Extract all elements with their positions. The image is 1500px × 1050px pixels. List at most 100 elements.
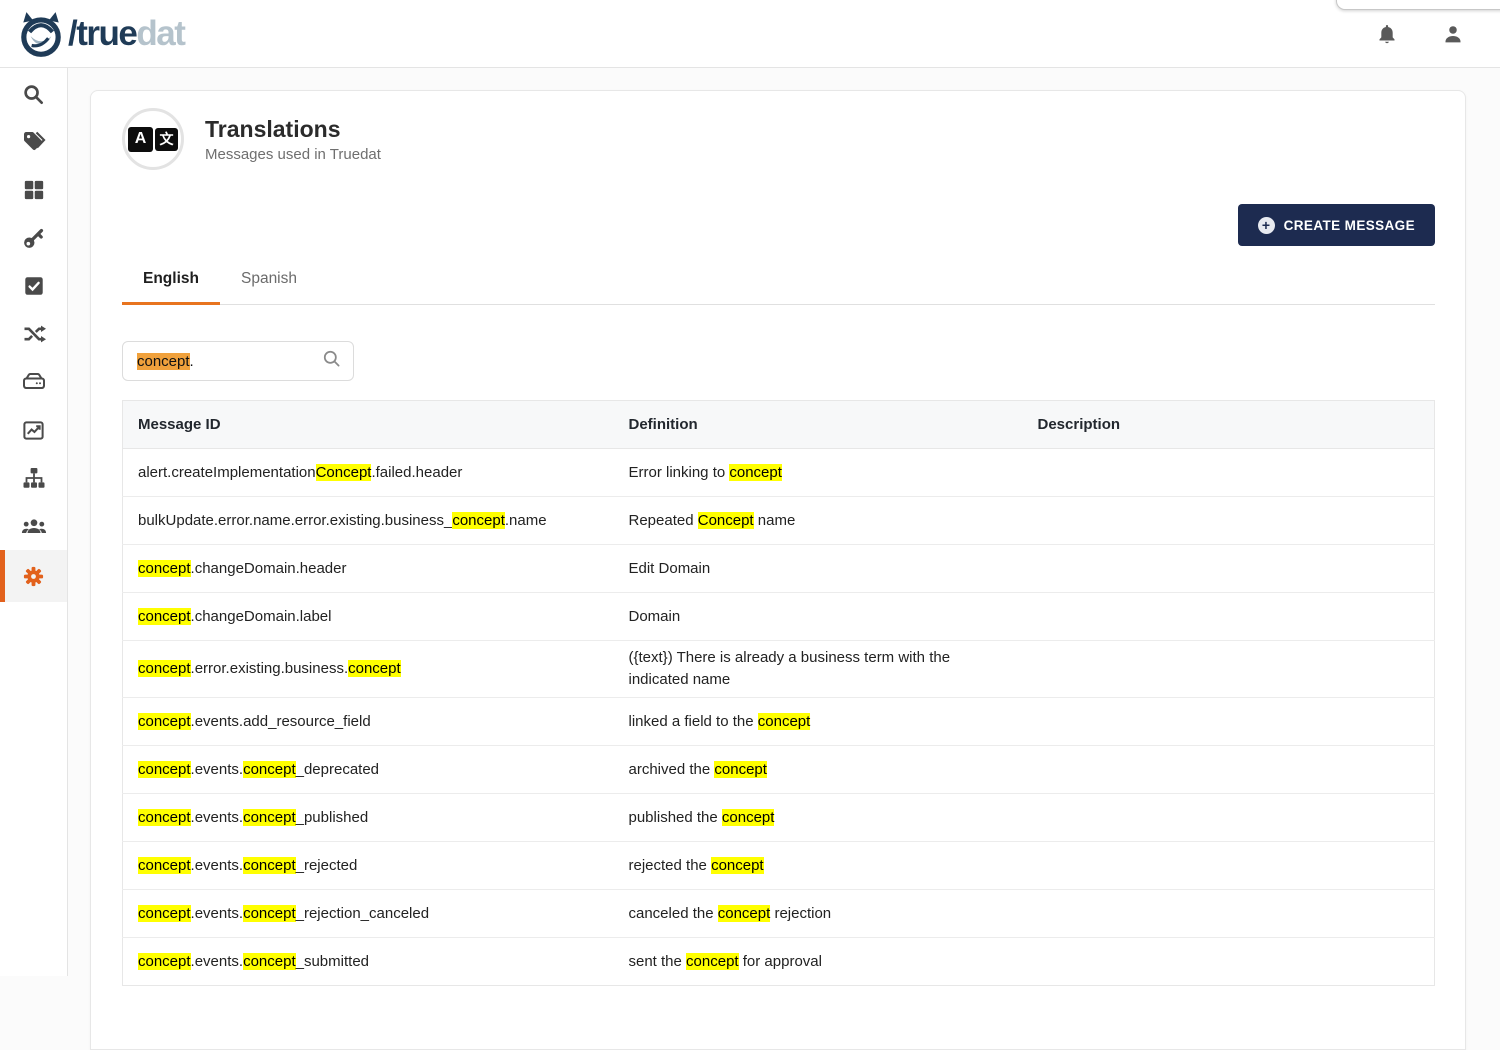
- text-segment: for approval: [739, 953, 822, 970]
- highlighted-match: concept: [138, 905, 191, 922]
- cell-mid: alert.createImplementationConcept.failed…: [123, 449, 614, 497]
- sidebar-item-settings[interactable]: [0, 550, 67, 602]
- sidebar-item-users[interactable]: [0, 502, 67, 550]
- text-segment: .changeDomain.header: [191, 560, 347, 577]
- cell-desc: [1023, 794, 1435, 842]
- text-segment: Error linking to: [629, 464, 730, 481]
- sitemap-icon: [22, 466, 46, 490]
- cell-def: canceled the concept rejection: [614, 890, 1023, 938]
- cell-mid: concept.changeDomain.header: [123, 545, 614, 593]
- messages-table-body: alert.createImplementationConcept.failed…: [123, 449, 1435, 986]
- cell-desc: [1023, 698, 1435, 746]
- table-row[interactable]: concept.events.concept_submittedsent the…: [123, 938, 1435, 986]
- highlighted-match: concept: [138, 761, 191, 778]
- sidebar-item-modules[interactable]: [0, 166, 67, 214]
- gear-icon: [22, 565, 45, 588]
- browser-popup-sliver: [1336, 0, 1500, 10]
- user-profile-icon[interactable]: [1440, 21, 1466, 47]
- search-input[interactable]: concept.: [122, 341, 354, 381]
- drive-icon: [22, 370, 46, 394]
- cell-def: Edit Domain: [614, 545, 1023, 593]
- text-segment: Domain: [629, 608, 681, 625]
- text-segment: bulkUpdate.error.name.error.existing.bus…: [138, 512, 452, 529]
- cell-def: ({text}) There is already a business ter…: [614, 641, 1023, 698]
- sidebar-item-search[interactable]: [0, 70, 67, 118]
- cell-mid: concept.changeDomain.label: [123, 593, 614, 641]
- page-title: Translations: [205, 115, 381, 144]
- text-segment: archived the: [629, 761, 715, 778]
- truedat-logo[interactable]: /truedat: [16, 8, 184, 60]
- text-segment: .events.: [191, 905, 244, 922]
- text-segment: _rejected: [296, 857, 358, 874]
- cell-mid: concept.error.existing.business.concept: [123, 641, 614, 698]
- highlighted-match: concept: [243, 761, 296, 778]
- highlighted-match: concept: [243, 953, 296, 970]
- grid-icon: [23, 179, 45, 201]
- messages-table: Message ID Definition Description alert.…: [122, 400, 1435, 986]
- table-row[interactable]: concept.events.add_resource_field linked …: [123, 698, 1435, 746]
- create-message-label: CREATE MESSAGE: [1284, 218, 1415, 233]
- tab-english[interactable]: English: [122, 270, 220, 305]
- highlighted-match: concept: [686, 953, 739, 970]
- table-row[interactable]: bulkUpdate.error.name.error.existing.bus…: [123, 497, 1435, 545]
- tags-icon: [22, 130, 46, 154]
- cell-def: rejected the concept: [614, 842, 1023, 890]
- highlighted-match: concept: [138, 953, 191, 970]
- text-segment: ({text}) There is already a business ter…: [629, 649, 951, 688]
- key-icon: [22, 227, 45, 250]
- table-header-row: Message ID Definition Description: [123, 401, 1435, 449]
- table-row[interactable]: alert.createImplementationConcept.failed…: [123, 449, 1435, 497]
- sidebar-item-structure[interactable]: [0, 454, 67, 502]
- search-icon: [22, 83, 45, 106]
- page-header: A 文 Translations Messages used in Trueda…: [122, 91, 1435, 170]
- text-segment: rejection: [770, 905, 831, 922]
- highlighted-match: concept: [243, 857, 296, 874]
- language-tabs: English Spanish: [122, 270, 1435, 305]
- text-segment: .changeDomain.label: [191, 608, 332, 625]
- table-row[interactable]: concept.events.concept_deprecatedarchive…: [123, 746, 1435, 794]
- table-row[interactable]: concept.events.concept_publishedpublishe…: [123, 794, 1435, 842]
- cell-desc: [1023, 746, 1435, 794]
- create-message-button[interactable]: + CREATE MESSAGE: [1238, 204, 1435, 246]
- highlighted-match: concept: [138, 713, 191, 730]
- highlighted-match: concept: [138, 809, 191, 826]
- text-segment: _submitted: [296, 953, 369, 970]
- highlighted-match: concept: [243, 809, 296, 826]
- text-segment: .events.: [191, 809, 244, 826]
- table-row[interactable]: concept.changeDomain.label Domain: [123, 593, 1435, 641]
- table-row[interactable]: concept.events.concept_rejection_cancele…: [123, 890, 1435, 938]
- sidebar-item-tags[interactable]: [0, 118, 67, 166]
- highlighted-match: concept: [138, 660, 191, 677]
- text-segment: linked a field to the: [629, 713, 758, 730]
- notifications-bell-icon[interactable]: [1374, 21, 1400, 47]
- sidebar-item-tasks[interactable]: [0, 262, 67, 310]
- text-segment: Repeated: [629, 512, 698, 529]
- sidebar-item-lineage[interactable]: [0, 310, 67, 358]
- cell-desc: [1023, 641, 1435, 698]
- column-header-description: Description: [1023, 401, 1435, 449]
- chart-icon: [22, 419, 45, 442]
- highlighted-match: concept: [138, 857, 191, 874]
- table-row[interactable]: concept.events.concept_rejectedrejected …: [123, 842, 1435, 890]
- text-segment: .error.existing.business.: [191, 660, 349, 677]
- cell-mid: concept.events.add_resource_field: [123, 698, 614, 746]
- sidebar-item-quality[interactable]: [0, 406, 67, 454]
- sidebar-item-access[interactable]: [0, 214, 67, 262]
- highlighted-match: Concept: [316, 464, 372, 481]
- cell-def: published the concept: [614, 794, 1023, 842]
- tab-spanish[interactable]: Spanish: [220, 270, 318, 305]
- cell-def: Repeated Concept name: [614, 497, 1023, 545]
- table-row[interactable]: concept.error.existing.business.concept (…: [123, 641, 1435, 698]
- table-row[interactable]: concept.changeDomain.headerEdit Domain: [123, 545, 1435, 593]
- sidebar-item-systems[interactable]: [0, 358, 67, 406]
- cell-desc: [1023, 449, 1435, 497]
- text-segment: name: [754, 512, 796, 529]
- cell-desc: [1023, 938, 1435, 986]
- cell-def: Error linking to concept: [614, 449, 1023, 497]
- search-value: concept.: [137, 353, 194, 370]
- highlighted-match: concept: [722, 809, 775, 826]
- text-segment: canceled the: [629, 905, 718, 922]
- highlighted-match: concept: [138, 560, 191, 577]
- text-segment: sent the: [629, 953, 687, 970]
- cell-desc: [1023, 497, 1435, 545]
